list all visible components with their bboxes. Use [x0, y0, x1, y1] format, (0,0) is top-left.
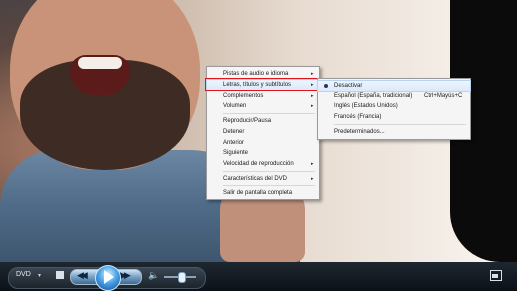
highlight-outline	[205, 78, 320, 91]
menu-separator	[334, 124, 466, 125]
stop-icon[interactable]	[56, 271, 64, 279]
menu-item-stop[interactable]: Detener	[207, 127, 319, 137]
previous-icon[interactable]: ◀◀	[77, 270, 88, 281]
next-icon[interactable]: ▶▶	[120, 270, 131, 281]
volume-slider-knob[interactable]	[178, 272, 186, 283]
menu-item-label: Salir de pantalla completa	[223, 190, 293, 196]
menu-separator	[223, 171, 315, 172]
menu-item-label: Características del DVD	[223, 176, 288, 182]
submenu-item-defaults[interactable]: Predeterminados...	[318, 127, 470, 137]
submenu-arrow-icon: ▸	[311, 161, 314, 167]
submenu-item-label: Español (España, tradicional)	[334, 93, 413, 99]
menu-item-exit-fullscreen[interactable]: Salir de pantalla completa	[207, 188, 319, 198]
submenu-arrow-icon: ▸	[311, 93, 314, 99]
submenu-item-english[interactable]: Inglés (Estados Unidos)	[318, 101, 470, 111]
menu-item-label: Volumen	[223, 103, 247, 109]
menu-item-label: Detener	[223, 129, 245, 135]
submenu-arrow-icon: ▸	[311, 176, 314, 182]
menu-item-label: Complementos	[223, 93, 264, 99]
menu-item-playback-speed[interactable]: Velocidad de reproducción ▸	[207, 159, 319, 169]
video-teeth	[78, 57, 122, 69]
submenu-arrow-icon: ▸	[311, 103, 314, 109]
menu-item-previous[interactable]: Anterior	[207, 138, 319, 148]
menu-item-volume[interactable]: Volumen ▸	[207, 101, 319, 111]
menu-item-label: Anterior	[223, 140, 245, 146]
menu-item-dvd-features[interactable]: Características del DVD ▸	[207, 174, 319, 184]
menu-item-label: Siguiente	[223, 150, 249, 156]
subtitles-submenu: Desactivar Español (España, tradicional)…	[317, 78, 471, 140]
menu-separator	[223, 113, 315, 114]
dvd-button[interactable]: DVD	[16, 271, 31, 278]
submenu-item-label: Predeterminados...	[334, 129, 385, 135]
menu-item-next[interactable]: Siguiente	[207, 148, 319, 158]
menu-separator	[223, 185, 315, 186]
menu-item-label: Velocidad de reproducción	[223, 161, 294, 167]
submenu-item-label: Desactivar	[334, 83, 363, 89]
submenu-item-spanish[interactable]: Español (España, tradicional) Ctrl+Mayús…	[318, 91, 470, 101]
volume-icon[interactable]: 🔈	[148, 270, 159, 281]
submenu-item-label: Francés (Francia)	[334, 114, 382, 120]
submenu-item-label: Inglés (Estados Unidos)	[334, 103, 398, 109]
menu-item-play-pause[interactable]: Reproducir/Pausa	[207, 116, 319, 126]
play-icon	[104, 270, 114, 284]
menu-item-plugins[interactable]: Complementos ▸	[207, 91, 319, 101]
radio-bullet-icon	[324, 84, 328, 88]
menu-item-label: Reproducir/Pausa	[223, 118, 272, 124]
submenu-item-shortcut: Ctrl+Mayús+C	[424, 93, 463, 99]
chevron-down-icon[interactable]: ▾	[38, 272, 41, 279]
submenu-item-disable[interactable]: Desactivar	[317, 80, 471, 92]
fullscreen-icon[interactable]	[490, 270, 502, 281]
submenu-item-french[interactable]: Francés (Francia)	[318, 112, 470, 122]
